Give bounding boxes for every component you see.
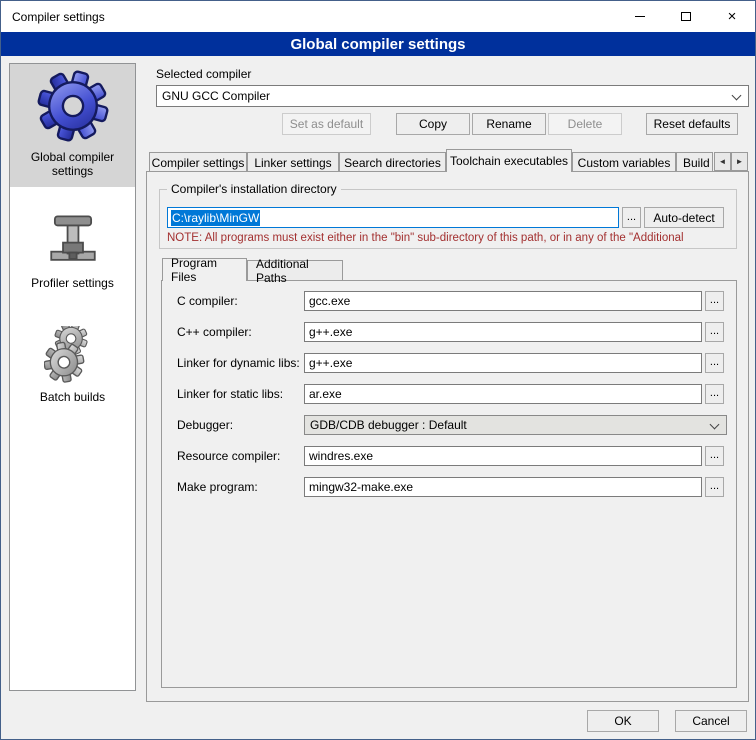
compiler-select-value: GNU GCC Compiler <box>162 89 270 103</box>
static-linker-input[interactable] <box>304 384 702 404</box>
sidebar-item-batch-builds[interactable]: Batch builds <box>10 326 135 404</box>
debugger-label: Debugger: <box>177 418 233 432</box>
resource-compiler-label: Resource compiler: <box>177 449 280 463</box>
dynamic-linker-browse-button[interactable]: ... <box>705 353 724 373</box>
cpp-compiler-input[interactable] <box>304 322 702 342</box>
subtab-program-files[interactable]: Program Files <box>162 258 247 281</box>
tab-build-options[interactable]: Build options <box>676 152 713 172</box>
install-dir-browse-button[interactable]: ... <box>622 207 641 228</box>
cancel-button[interactable]: Cancel <box>675 710 747 732</box>
delete-button[interactable]: Delete <box>548 113 622 135</box>
dynamic-linker-label: Linker for dynamic libs: <box>177 356 300 370</box>
gray-gears-icon <box>44 326 102 384</box>
sidebar-item-label: Profiler settings <box>10 276 135 290</box>
installation-directory-group-label: Compiler's installation directory <box>167 182 341 196</box>
c-compiler-label: C compiler: <box>177 294 238 308</box>
tab-scroll-left-button[interactable]: ◄ <box>714 152 731 171</box>
chevron-down-icon <box>732 91 742 101</box>
maximize-button[interactable] <box>663 1 709 32</box>
compiler-settings-dialog: Compiler settings × Global compiler sett… <box>0 0 756 740</box>
dialog-header: Global compiler settings <box>1 32 755 56</box>
blue-gear-icon <box>35 68 111 144</box>
titlebar: Compiler settings × <box>1 1 755 32</box>
close-icon: × <box>728 9 737 24</box>
sidebar-item-profiler-settings[interactable]: Profiler settings <box>10 210 135 290</box>
autodetect-button[interactable]: Auto-detect <box>644 207 724 228</box>
ok-button[interactable]: OK <box>587 710 659 732</box>
tab-compiler-settings[interactable]: Compiler settings <box>149 152 247 172</box>
minimize-icon <box>635 16 645 17</box>
bin-subdirectory-note: NOTE: All programs must exist either in … <box>167 232 737 244</box>
set-as-default-button[interactable]: Set as default <box>282 113 371 135</box>
tab-scroll-right-button[interactable]: ► <box>731 152 748 171</box>
settings-category-list: Global compiler settings Profiler settin… <box>9 63 136 691</box>
close-button[interactable]: × <box>709 1 755 32</box>
minimize-button[interactable] <box>617 1 663 32</box>
c-compiler-browse-button[interactable]: ... <box>705 291 724 311</box>
compiler-select[interactable]: GNU GCC Compiler <box>156 85 749 107</box>
resource-compiler-browse-button[interactable]: ... <box>705 446 724 466</box>
sidebar-item-label: Global compiler settings <box>10 150 135 178</box>
cpp-compiler-browse-button[interactable]: ... <box>705 322 724 342</box>
make-program-label: Make program: <box>177 480 258 494</box>
debugger-select-value: GDB/CDB debugger : Default <box>310 418 467 432</box>
maximize-icon <box>681 12 691 21</box>
dynamic-linker-input[interactable] <box>304 353 702 373</box>
install-dir-selected-text: C:\raylib\MinGW <box>171 210 260 226</box>
install-dir-input[interactable]: C:\raylib\MinGW <box>167 207 619 228</box>
make-program-browse-button[interactable]: ... <box>705 477 724 497</box>
tab-toolchain-executables[interactable]: Toolchain executables <box>446 149 572 172</box>
tab-search-directories[interactable]: Search directories <box>339 152 446 172</box>
copy-button[interactable]: Copy <box>396 113 470 135</box>
static-linker-label: Linker for static libs: <box>177 387 283 401</box>
profiler-tool-icon <box>44 210 102 268</box>
selected-compiler-label: Selected compiler <box>156 67 251 81</box>
arrow-left-icon: ◄ <box>719 157 727 166</box>
subtab-additional-paths[interactable]: Additional Paths <box>247 260 343 280</box>
chevron-down-icon <box>710 420 720 430</box>
static-linker-browse-button[interactable]: ... <box>705 384 724 404</box>
c-compiler-input[interactable] <box>304 291 702 311</box>
tab-custom-variables[interactable]: Custom variables <box>572 152 676 172</box>
debugger-select[interactable]: GDB/CDB debugger : Default <box>304 415 727 435</box>
sidebar-item-global-compiler-settings[interactable]: Global compiler settings <box>10 68 135 178</box>
dialog-header-title: Global compiler settings <box>290 36 465 53</box>
cpp-compiler-label: C++ compiler: <box>177 325 252 339</box>
make-program-input[interactable] <box>304 477 702 497</box>
window-title: Compiler settings <box>12 10 105 24</box>
rename-button[interactable]: Rename <box>472 113 546 135</box>
sidebar-item-label: Batch builds <box>10 390 135 404</box>
arrow-right-icon: ► <box>736 157 744 166</box>
resource-compiler-input[interactable] <box>304 446 702 466</box>
tab-linker-settings[interactable]: Linker settings <box>247 152 339 172</box>
reset-defaults-button[interactable]: Reset defaults <box>646 113 738 135</box>
